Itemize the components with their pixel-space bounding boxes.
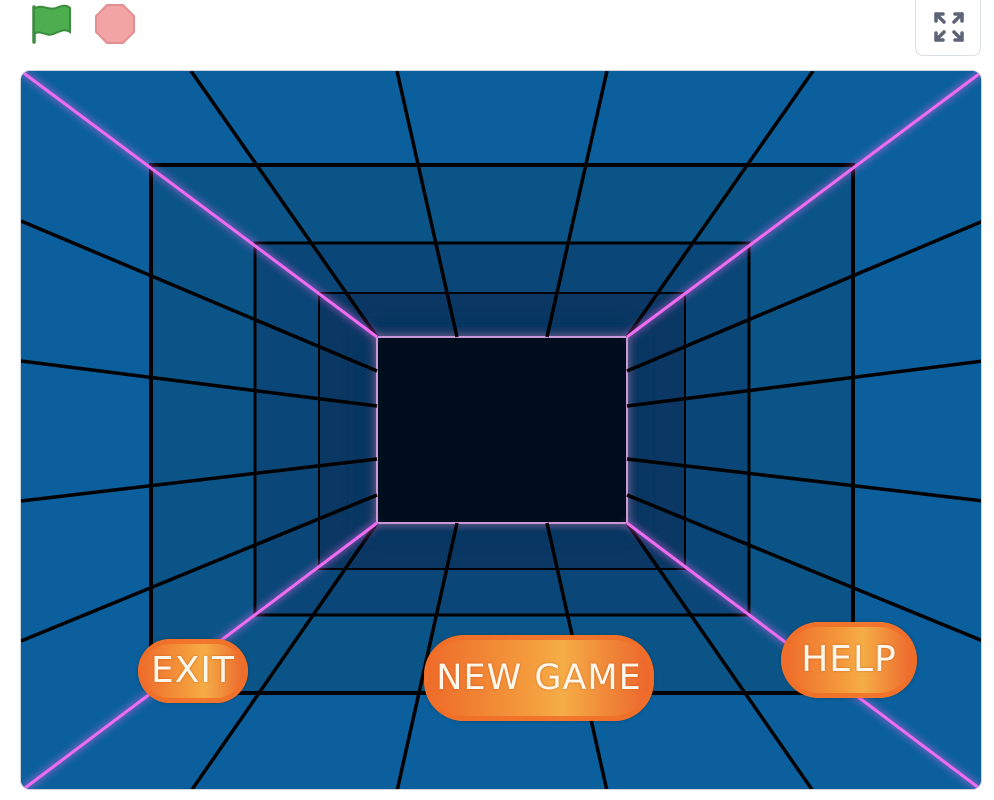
stage-header	[0, 0, 994, 62]
stop-sign-icon	[95, 4, 135, 44]
green-flag-button[interactable]	[26, 2, 76, 46]
stop-button[interactable]	[92, 2, 138, 46]
game-stage[interactable]: EXIT NEW GAME HELP	[20, 70, 982, 790]
exit-button[interactable]: EXIT	[138, 639, 248, 703]
fullscreen-button[interactable]	[915, 0, 981, 56]
green-flag-icon	[32, 4, 71, 44]
fullscreen-icon	[934, 12, 964, 42]
help-button[interactable]: HELP	[781, 622, 917, 698]
new-game-button[interactable]: NEW GAME	[424, 635, 654, 721]
